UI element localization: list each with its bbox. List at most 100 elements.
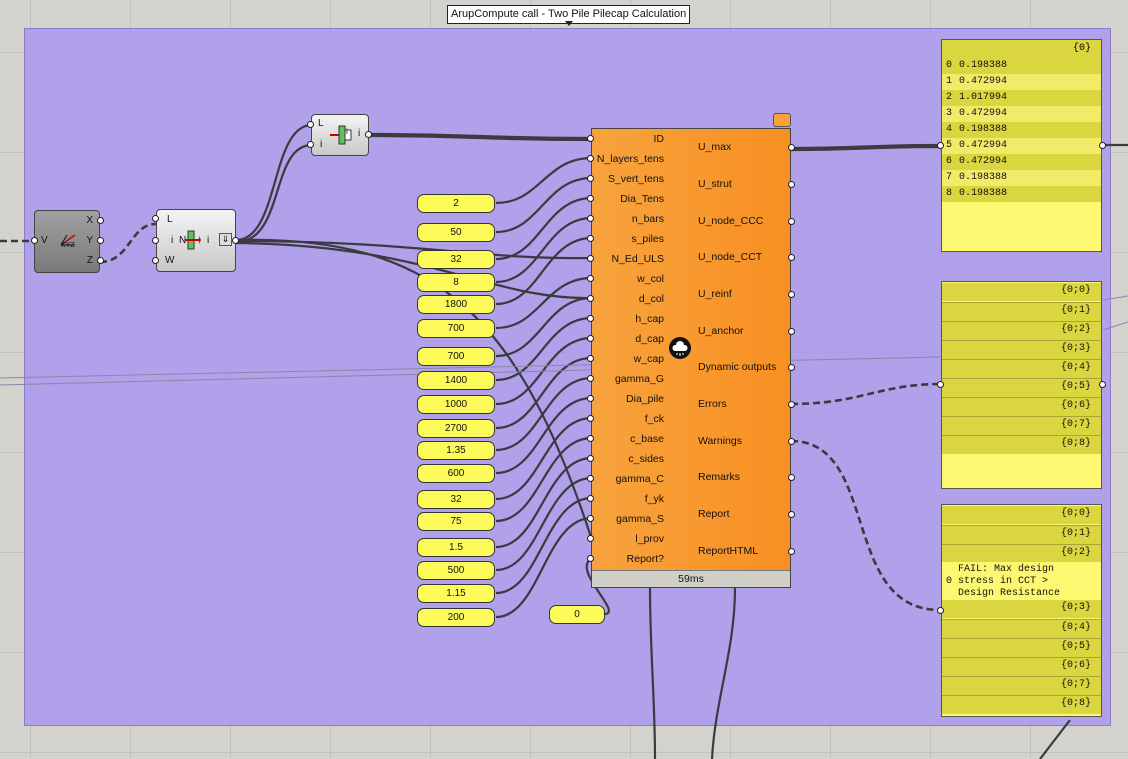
- grip-u-reinf[interactable]: [788, 291, 795, 298]
- grip-n-layers-tens[interactable]: [587, 155, 594, 162]
- slider-13[interactable]: 32: [417, 490, 495, 509]
- slider-17[interactable]: 1.15: [417, 584, 495, 603]
- slider-1[interactable]: 2: [417, 194, 495, 213]
- grip-gamma-g[interactable]: [587, 375, 594, 382]
- panel-warnings[interactable]: {0;0} {0;1} {0;2} 0 FAIL: Max design str…: [941, 504, 1102, 717]
- grip-gamma-s[interactable]: [587, 515, 594, 522]
- panel-u-max-output-grip[interactable]: [1099, 142, 1106, 149]
- grip-u-node-cct[interactable]: [788, 254, 795, 261]
- deconstruct-point-component[interactable]: V X Y Z XYZ: [34, 210, 100, 273]
- grip-errors[interactable]: [788, 401, 795, 408]
- list-item: {0;7}: [942, 676, 1101, 695]
- panel-u-max[interactable]: {0} 0 0.198388 1 0.472994 2 1.017994 3 0.472…: [941, 39, 1102, 252]
- panel-u-max-input-grip[interactable]: [937, 142, 944, 149]
- slider-6[interactable]: 700: [417, 319, 495, 338]
- slider-16[interactable]: 500: [417, 561, 495, 580]
- slider-14[interactable]: 75: [417, 512, 495, 531]
- grip-dia-tens[interactable]: [587, 195, 594, 202]
- grip-s-piles[interactable]: [587, 235, 594, 242]
- grip-report-out[interactable]: [788, 511, 795, 518]
- grip-u-node-ccc[interactable]: [788, 218, 795, 225]
- slider-3[interactable]: 32: [417, 250, 495, 269]
- grip-id[interactable]: [587, 135, 594, 142]
- xyz-input-label: V: [41, 235, 48, 246]
- grip-u-max[interactable]: [788, 144, 795, 151]
- slider-9[interactable]: 1000: [417, 395, 495, 414]
- grip-f-yk[interactable]: [587, 495, 594, 502]
- list-item-component[interactable]: L i W N i ⇓: [156, 209, 236, 272]
- slider-5[interactable]: 1800: [417, 295, 495, 314]
- list-item-w-grip[interactable]: [152, 257, 159, 264]
- cloud-icon: [669, 337, 691, 359]
- preview-badge-icon[interactable]: [773, 113, 791, 127]
- input-f-yk: f_yk: [644, 493, 664, 505]
- grip-c-sides[interactable]: [587, 455, 594, 462]
- grip-dia-pile[interactable]: [587, 395, 594, 402]
- panel-warnings-input-grip[interactable]: [937, 607, 944, 614]
- item-index-component[interactable]: L i i i: [311, 114, 369, 156]
- xyz-x-grip[interactable]: [97, 217, 104, 224]
- xyz-z-grip[interactable]: [97, 257, 104, 264]
- grip-dynamic[interactable]: [788, 364, 795, 371]
- output-dynamic: Dynamic outputs: [698, 361, 777, 373]
- item-output-grip[interactable]: [365, 131, 372, 138]
- panel-errors-output-grip[interactable]: [1099, 381, 1106, 388]
- grip-u-anchor[interactable]: [788, 328, 795, 335]
- download-icon[interactable]: ⇓: [219, 233, 232, 246]
- slider-10[interactable]: 2700: [417, 419, 495, 438]
- grip-s-vert-tens[interactable]: [587, 175, 594, 182]
- report-toggle[interactable]: 0: [549, 605, 605, 624]
- input-h-cap: h_cap: [635, 313, 664, 325]
- xyz-output-y-label: Y: [86, 235, 93, 246]
- list-item: {0;1}: [942, 525, 1101, 544]
- grip-d-col[interactable]: [587, 295, 594, 302]
- xyz-output-x-label: X: [86, 215, 93, 226]
- list-item: {0;2}: [942, 321, 1101, 340]
- slider-7[interactable]: 700: [417, 347, 495, 366]
- grip-report[interactable]: [587, 555, 594, 562]
- list-item: 4 0.198388: [942, 122, 1101, 138]
- item-index-icon: [330, 125, 352, 145]
- grip-w-col[interactable]: [587, 275, 594, 282]
- output-u-max: U_max: [698, 141, 732, 153]
- grip-f-ck[interactable]: [587, 415, 594, 422]
- input-s-vert-tens: S_vert_tens: [607, 173, 664, 185]
- slider-18[interactable]: 200: [417, 608, 495, 627]
- grip-w-cap[interactable]: [587, 355, 594, 362]
- grip-warnings[interactable]: [788, 438, 795, 445]
- grip-gamma-c[interactable]: [587, 475, 594, 482]
- xyz-input-grip[interactable]: [31, 237, 38, 244]
- arupcompute-component[interactable]: ID N_layers_tens S_vert_tens Dia_Tens n_…: [591, 128, 791, 588]
- panel-errors-input-grip[interactable]: [937, 381, 944, 388]
- panel-errors[interactable]: {0;0} {0;1} {0;2} {0;3} {0;4} {0;5} {0;6…: [941, 281, 1102, 489]
- grip-n-ed-uls[interactable]: [587, 255, 594, 262]
- grip-u-strut[interactable]: [788, 181, 795, 188]
- grip-l-prov[interactable]: [587, 535, 594, 542]
- item-i-grip[interactable]: [307, 141, 314, 148]
- item-output-i: i: [358, 128, 361, 139]
- list-item-l-grip[interactable]: [152, 215, 159, 222]
- list-item-output-i: i: [207, 235, 210, 246]
- list-item: 1 0.472994: [942, 74, 1101, 90]
- grip-remarks[interactable]: [788, 474, 795, 481]
- input-c-sides: c_sides: [628, 453, 664, 465]
- list-item-i-grip[interactable]: [152, 237, 159, 244]
- grip-d-cap[interactable]: [587, 335, 594, 342]
- slider-12[interactable]: 600: [417, 464, 495, 483]
- list-item: {0;3}: [942, 340, 1101, 359]
- grip-c-base[interactable]: [587, 435, 594, 442]
- input-dia-pile: Dia_pile: [626, 393, 664, 405]
- grip-h-cap[interactable]: [587, 315, 594, 322]
- slider-4[interactable]: 8: [417, 273, 495, 292]
- list-item-output-grip[interactable]: [232, 237, 239, 244]
- slider-8[interactable]: 1400: [417, 371, 495, 390]
- xyz-y-grip[interactable]: [97, 237, 104, 244]
- slider-2[interactable]: 50: [417, 223, 495, 242]
- list-item: {0;8}: [942, 695, 1101, 714]
- input-n-layers-tens: N_layers_tens: [596, 153, 664, 165]
- slider-11[interactable]: 1.35: [417, 441, 495, 460]
- slider-15[interactable]: 1.5: [417, 538, 495, 557]
- grip-report-html[interactable]: [788, 548, 795, 555]
- grip-n-bars[interactable]: [587, 215, 594, 222]
- item-l-grip[interactable]: [307, 121, 314, 128]
